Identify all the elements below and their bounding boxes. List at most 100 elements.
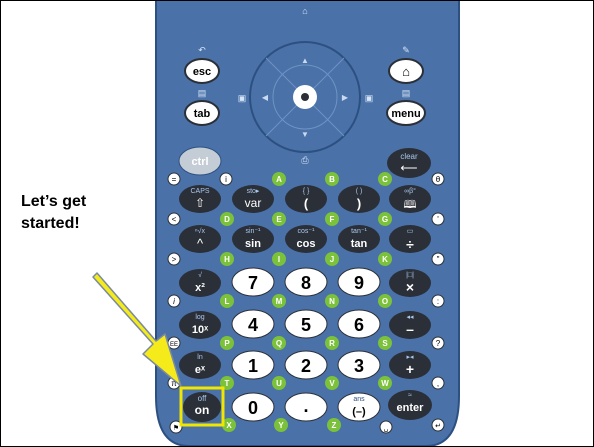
key-9-label: 9 [354,273,364,293]
slide-title-line-2: started! [21,215,80,232]
key-5-label: 5 [301,315,311,335]
i-key-label: i [225,175,227,184]
letter-key-d-label: D [224,215,230,224]
var-key-label: var [245,196,262,210]
ee-key-label: EE [170,342,178,348]
off-label: off [198,394,208,403]
less-than-key-label: < [172,215,177,224]
letter-key-m-label: M [276,297,283,306]
key-8-label: 8 [301,273,311,293]
ex-label: eˣ [195,364,206,376]
multiply-top: |□| [406,272,414,279]
key-6-label: 6 [354,315,364,335]
quote-key-label: " [437,255,440,264]
close-paren-top: ( ) [356,188,363,195]
bottom-hint-icon: ⎙ [301,155,309,165]
home-icon: ⌂ [402,64,410,79]
square-label: x² [195,282,205,294]
letter-key-c-label: C [382,175,388,184]
greater-than-key-label: > [172,255,177,264]
letter-key-x-label: X [226,421,232,430]
tab-secondary-icon: ▤ [198,88,207,98]
slide-title: Let’s get started! [21,191,141,235]
letter-key-o-label: O [382,297,388,306]
letter-key-i-label: I [278,255,280,264]
touchpad-arrow-right-icon: ▶ [342,93,349,102]
tan-label: tan [351,238,368,250]
ctrl-key-label: ctrl [191,156,208,168]
key-0-label: 0 [248,398,258,418]
sto-label: sto▸ [247,188,260,195]
letter-key-t-label: T [225,379,230,388]
enter-key-label: enter [397,402,425,414]
touchpad-click-icon-dot [301,93,309,101]
question-key-label: ? [436,339,441,348]
equals-key-label: = [172,175,177,184]
theta-key-label: θ [436,175,441,184]
sqrt-top: √ [198,271,202,279]
colon-key-label: : [437,297,439,306]
decimal-key-label: . [303,396,308,416]
letter-key-e-label: E [276,215,282,224]
letter-key-w-label: W [381,379,389,388]
tenx-label: 10ˣ [192,324,209,336]
open-paren-top: { } [303,188,310,195]
ans-label: ans [353,396,365,403]
minus-top: ◂◂ [406,314,414,321]
letter-key-p-label: P [224,339,230,348]
open-paren-label: ( [304,196,309,211]
letter-key-j-label: J [330,255,334,264]
letter-key-f-label: F [330,215,335,224]
tab-key-label: tab [194,108,211,120]
menu-key-label: menu [391,108,420,120]
key-1-label: 1 [248,356,258,376]
letter-key-l-label: L [225,297,230,306]
key-2-label: 2 [301,356,311,376]
return-icon: ↵ [435,423,441,430]
key-7-label: 7 [248,273,258,293]
space-icon: ␣ [384,425,388,432]
divide-top: ▭ [407,228,414,235]
caps-label: CAPS [190,188,209,195]
letter-key-n-label: N [329,297,335,306]
plus-top: ▸◂ [406,354,414,361]
multiply-label: × [406,279,414,295]
letter-key-v-label: V [329,379,335,388]
letter-key-b-label: B [329,175,335,184]
backspace-icon: ⟵ [400,161,417,175]
letter-key-r-label: R [329,339,335,348]
power-top: ⁿ√x [195,227,205,235]
sin-label: sin [245,238,261,250]
letter-key-g-label: G [382,215,388,224]
letter-key-u-label: U [276,379,282,388]
menu-secondary-icon: ▤ [402,88,411,98]
italic-i-key-label: i [173,297,175,306]
plus-label: + [406,361,414,377]
letter-key-y-label: Y [278,421,284,430]
catalog-top: ∞β° [404,187,416,195]
book-icon: 🕮 [404,199,417,211]
shift-icon: ⇧ [195,196,205,210]
negative-key-label: (–) [352,406,366,418]
right-hint-icon: ▣ [365,93,374,103]
log-top: log [195,314,204,321]
enter-top-icon: ≈ [408,392,412,399]
letter-key-h-label: H [224,255,230,264]
on-label: on [195,403,210,417]
home-secondary-icon: ✎ [402,45,410,55]
letter-key-z-label: Z [332,421,337,430]
flag-icon: ⚑ [173,424,179,432]
cos-top: cos⁻¹ [298,228,316,235]
letter-key-a-label: A [276,175,282,184]
esc-secondary-icon: ↶ [198,45,206,55]
left-hint-icon: ▣ [238,93,247,103]
slide-frame: ▲ ▼ ◀ ▶ ⌂ ⎙ ▣ ▣ ↶ esc ▤ tab ✎ ⌂ ▤ menu c… [0,0,594,447]
letter-key-k-label: K [382,255,388,264]
divide-label: ÷ [406,236,414,252]
touchpad-arrow-down-icon: ▼ [301,130,309,139]
touchpad-arrow-up-icon: ▲ [301,56,309,65]
slide-title-line-1: Let’s get [21,193,87,210]
ln-top: ln [197,354,203,361]
tan-top: tan⁻¹ [351,228,367,235]
top-hint-icon: ⌂ [302,6,307,16]
